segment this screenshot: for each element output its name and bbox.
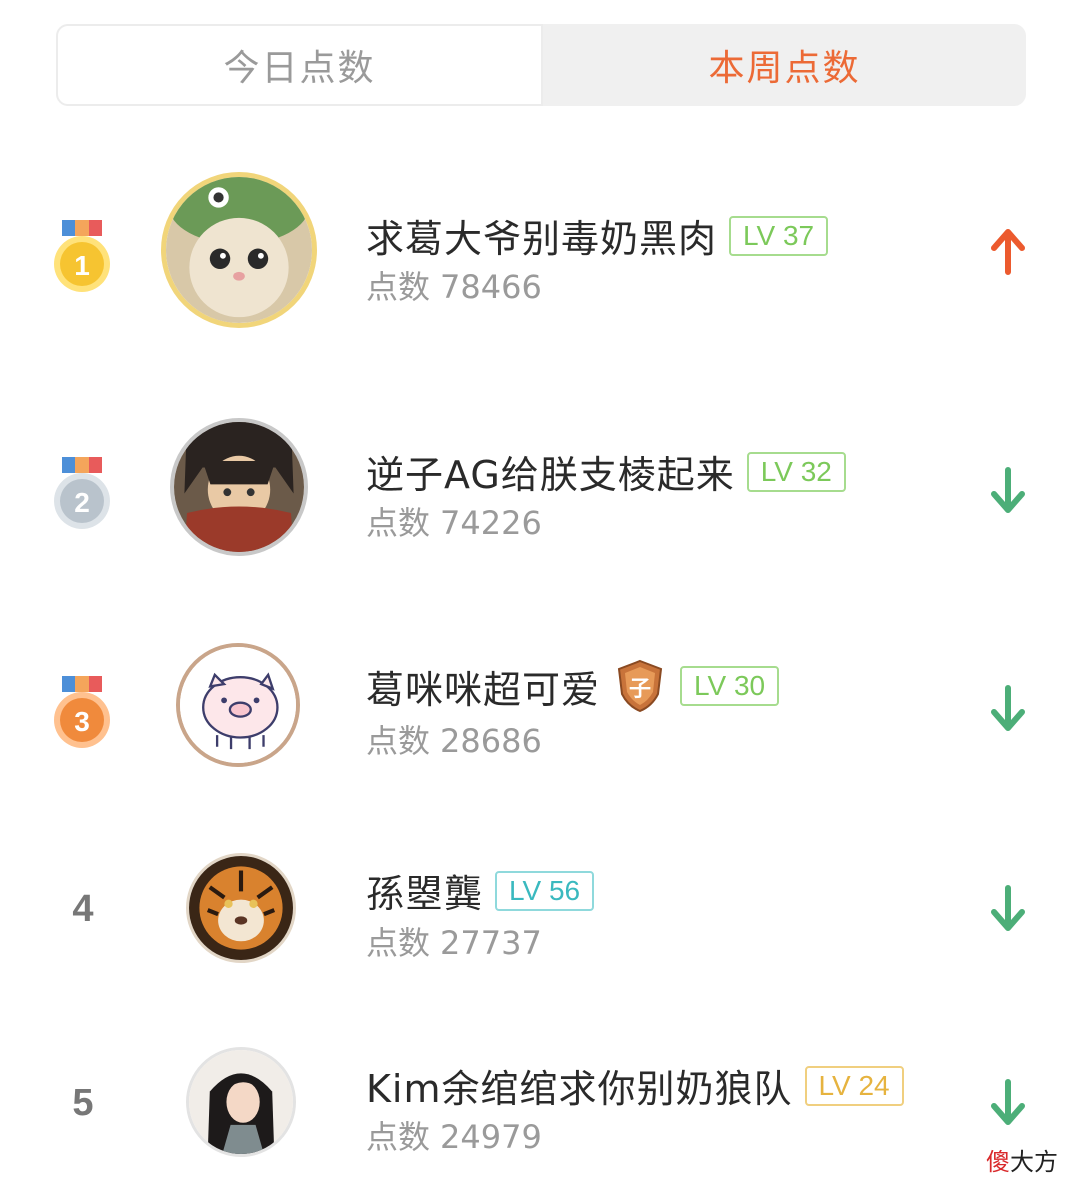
badge-text: 子 xyxy=(629,677,651,702)
trend-up-icon xyxy=(991,229,1025,275)
level-badge: LV 37 xyxy=(729,215,829,256)
silver-medal-icon: 2 xyxy=(54,457,110,529)
points-label: 点数 xyxy=(366,268,431,306)
points-label: 点数 xyxy=(366,722,431,760)
points-line: 点数 78466 xyxy=(366,262,552,308)
points-value: 27737 xyxy=(440,924,542,962)
points-value: 24979 xyxy=(440,1118,542,1156)
svg-text:1: 1 xyxy=(74,250,90,281)
tab-week-points[interactable]: 本周点数 xyxy=(543,24,1026,106)
trend-down-icon xyxy=(991,467,1025,513)
level-badge: LV 32 xyxy=(746,451,846,492)
level-badge: LV 30 xyxy=(680,666,780,706)
level-badge: LV 56 xyxy=(495,870,595,911)
name-line: 求葛大爷别毒奶黑肉 LV 37 xyxy=(366,208,829,263)
points-label: 点数 xyxy=(366,1118,431,1156)
tab-today-points[interactable]: 今日点数 xyxy=(56,24,543,106)
user-name[interactable]: 孫曌龔 xyxy=(366,863,483,918)
rank-number: 4 xyxy=(72,888,94,930)
name-line: 葛咪咪超可爱 子 LV 30 xyxy=(366,658,780,714)
name-line: Kim余绾绾求你别奶狼队 LV 24 xyxy=(366,1058,904,1113)
user-name[interactable]: Kim余绾绾求你别奶狼队 xyxy=(366,1058,793,1113)
avatar[interactable] xyxy=(176,643,300,767)
trend-down-icon xyxy=(991,1079,1025,1125)
gold-medal-icon: 1 xyxy=(54,220,110,292)
watermark-red-char: 傻 xyxy=(986,1148,1010,1176)
user-name[interactable]: 逆子AG给朕支棱起来 xyxy=(366,444,735,499)
user-name[interactable]: 葛咪咪超可爱 xyxy=(366,659,600,714)
trend-down-icon xyxy=(991,885,1025,931)
points-line: 点数 24979 xyxy=(366,1112,552,1158)
points-line: 点数 27737 xyxy=(366,918,552,964)
points-value: 74226 xyxy=(440,504,542,542)
avatar[interactable] xyxy=(161,172,317,328)
points-value: 78466 xyxy=(440,268,542,306)
user-name[interactable]: 求葛大爷别毒奶黑肉 xyxy=(366,208,717,263)
rank-number: 5 xyxy=(72,1082,94,1124)
name-line: 逆子AG给朕支棱起来 LV 32 xyxy=(366,444,846,499)
watermark: 傻大方 xyxy=(986,1142,1058,1177)
svg-text:3: 3 xyxy=(74,706,90,737)
bronze-medal-icon: 3 xyxy=(54,676,110,748)
svg-text:2: 2 xyxy=(74,487,90,518)
points-line: 点数 28686 xyxy=(366,716,552,762)
watermark-text: 大方 xyxy=(1010,1148,1058,1176)
shield-badge-icon: 子 xyxy=(617,659,663,713)
name-line: 孫曌龔 LV 56 xyxy=(366,863,595,918)
points-label: 点数 xyxy=(366,924,431,962)
points-value: 28686 xyxy=(440,722,542,760)
avatar[interactable] xyxy=(170,418,308,556)
points-label: 点数 xyxy=(366,504,431,542)
avatar[interactable] xyxy=(186,853,296,963)
level-badge: LV 24 xyxy=(804,1065,904,1106)
ranking-tabs: 今日点数 本周点数 xyxy=(56,24,1026,106)
points-line: 点数 74226 xyxy=(366,498,552,544)
avatar[interactable] xyxy=(186,1047,296,1157)
trend-down-icon xyxy=(991,685,1025,731)
